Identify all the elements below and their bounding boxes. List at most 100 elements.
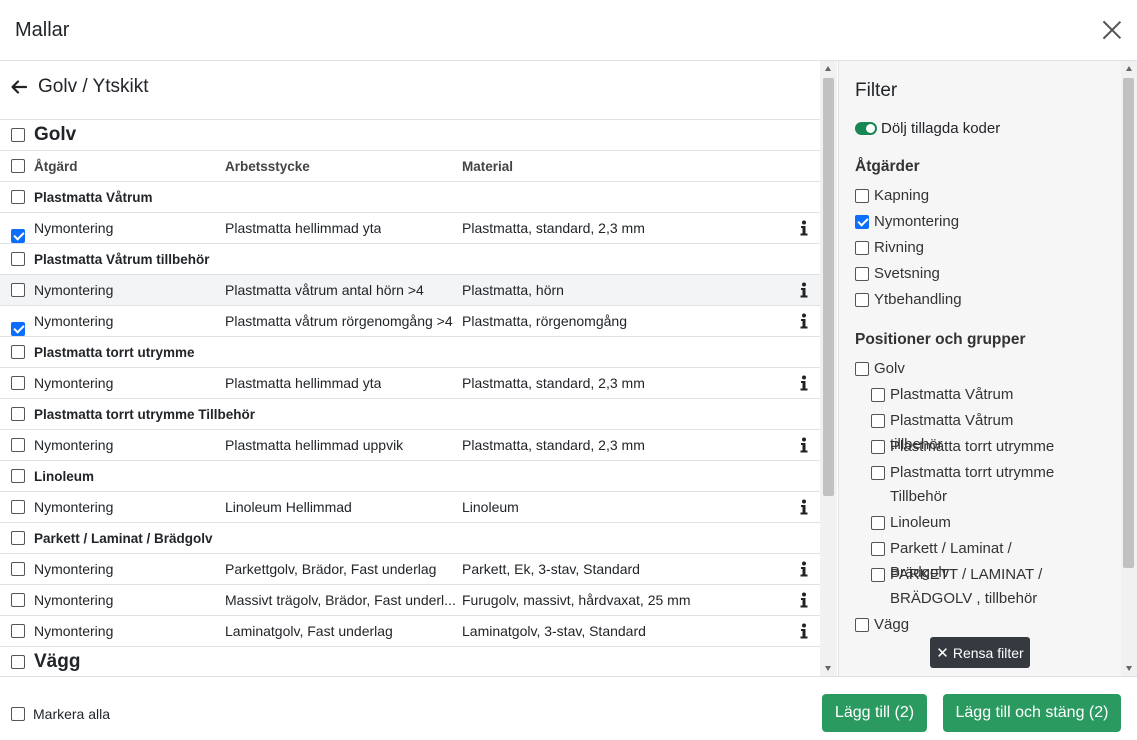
filter-checkbox[interactable] (855, 618, 869, 632)
filter-checkbox[interactable] (855, 293, 869, 307)
row-checkbox[interactable] (11, 283, 25, 297)
table-row[interactable]: Nymontering Massivt trägolv, Brädor, Fast… (0, 584, 820, 615)
row-checkbox[interactable] (11, 500, 25, 514)
scrollbar-thumb[interactable] (823, 78, 834, 496)
cell-arbetsstycke: Laminatgolv, Fast underlag (225, 623, 393, 639)
info-icon[interactable] (798, 312, 810, 330)
filter-position-item[interactable]: Plastmatta torrt utrymme (871, 435, 1060, 459)
breadcrumb: Golv / Ytskikt (10, 75, 149, 99)
info-icon[interactable] (798, 622, 810, 640)
clear-filter-button[interactable]: ✕ Rensa filter (930, 637, 1030, 668)
filter-scrollbar[interactable] (1121, 61, 1137, 676)
group-label: Plastmatta torrt utrymme Tillbehör (34, 406, 256, 422)
row-checkbox[interactable] (11, 345, 25, 359)
back-arrow-icon[interactable] (10, 78, 28, 96)
filter-position-item[interactable]: PARKETT / LAMINAT / BRÄDGOLV , tillbehör (871, 563, 1060, 611)
group-row[interactable]: Plastmatta Våtrum tillbehör (0, 243, 820, 274)
cell-arbetsstycke: Plastmatta hellimmad uppvik (225, 437, 404, 453)
cell-atgard: Nymontering (34, 561, 114, 577)
group-row[interactable]: Linoleum (0, 460, 820, 491)
table-row[interactable]: Nymontering Laminatgolv, Fast underlag Lam… (0, 615, 820, 646)
column-header-arbetsstycke: Arbetsstycke (225, 158, 310, 174)
filter-option-nymontering[interactable]: Nymontering (855, 210, 1044, 234)
scroll-up-icon[interactable] (825, 66, 831, 71)
scrollbar-thumb[interactable] (1123, 78, 1134, 568)
scroll-down-icon[interactable] (825, 666, 831, 671)
section-row[interactable]: Vägg (0, 646, 820, 676)
filter-checkbox[interactable] (855, 189, 869, 203)
row-checkbox[interactable] (11, 593, 25, 607)
row-checkbox[interactable] (11, 624, 25, 638)
row-checkbox[interactable] (11, 376, 25, 390)
table-row[interactable]: Nymontering Plastmatta våtrum rörgenomgån… (0, 305, 820, 336)
filter-checkbox[interactable] (871, 440, 885, 454)
row-checkbox[interactable] (11, 438, 25, 452)
scroll-up-icon[interactable] (1126, 66, 1132, 71)
scroll-down-icon[interactable] (1126, 666, 1132, 671)
filter-position-item[interactable]: Plastmatta Våtrum (871, 383, 1060, 407)
row-checkbox[interactable] (11, 562, 25, 576)
filter-position-group[interactable]: Golv (855, 357, 1044, 381)
filter-checkbox[interactable] (871, 414, 885, 428)
row-checkbox[interactable] (11, 531, 25, 545)
checkbox[interactable] (11, 128, 25, 142)
row-checkbox[interactable] (11, 322, 25, 336)
group-row[interactable]: Plastmatta Våtrum (0, 181, 820, 212)
filter-checkbox[interactable] (871, 388, 885, 402)
filter-checkbox[interactable] (855, 362, 869, 376)
table-row[interactable]: Nymontering Plastmatta våtrum antal hörn … (0, 274, 820, 305)
close-icon[interactable] (1101, 19, 1123, 41)
filter-checkbox[interactable] (871, 568, 885, 582)
add-and-close-button[interactable]: Lägg till och stäng (2) (943, 694, 1121, 732)
header-checkbox[interactable] (11, 159, 25, 173)
info-icon[interactable] (798, 374, 810, 392)
filter-checkbox[interactable] (855, 267, 869, 281)
group-row[interactable]: Plastmatta torrt utrymme Tillbehör (0, 398, 820, 429)
select-all[interactable]: Markera alla (11, 706, 110, 722)
info-icon[interactable] (798, 219, 810, 237)
info-icon[interactable] (798, 436, 810, 454)
info-icon[interactable] (798, 281, 810, 299)
filter-checkbox[interactable] (871, 542, 885, 556)
table-row[interactable]: Nymontering Plastmatta hellimmad yta Plast… (0, 367, 820, 398)
filter-checkbox[interactable] (855, 215, 869, 229)
section-row-golv[interactable]: Golv (0, 119, 820, 150)
filter-option-ytbehandling[interactable]: Ytbehandling (855, 288, 1044, 312)
group-row[interactable]: Plastmatta torrt utrymme (0, 336, 820, 367)
filter-checkbox[interactable] (855, 241, 869, 255)
list-scrollbar[interactable] (820, 61, 837, 676)
row-checkbox[interactable] (11, 229, 25, 243)
info-icon[interactable] (798, 498, 810, 516)
cell-atgard: Nymontering (34, 623, 114, 639)
filter-checkbox[interactable] (871, 516, 885, 530)
filter-checkbox[interactable] (871, 466, 885, 480)
row-checkbox[interactable] (11, 469, 25, 483)
filter-option-rivning[interactable]: Rivning (855, 236, 1044, 260)
filter-option-label: Kapning (874, 187, 930, 204)
select-all-checkbox[interactable] (11, 707, 25, 721)
table-row[interactable]: Nymontering Parkettgolv, Brädor, Fast und… (0, 553, 820, 584)
row-checkbox[interactable] (11, 190, 25, 204)
modal-title: Mallar (15, 19, 70, 41)
group-row[interactable]: Parkett / Laminat / Brädgolv (0, 522, 820, 553)
filter-position-item[interactable]: Linoleum (871, 511, 1060, 535)
table-row[interactable]: Nymontering Linoleum Hellimmad Linoleum (0, 491, 820, 522)
add-button[interactable]: Lägg till (2) (822, 694, 927, 732)
table-row[interactable]: Nymontering Plastmatta hellimmad yta Plast… (0, 212, 820, 243)
row-checkbox[interactable] (11, 252, 25, 266)
filter-option-kapning[interactable]: Kapning (855, 184, 1044, 208)
row-checkbox[interactable] (11, 655, 25, 669)
filter-position-item[interactable]: Plastmatta torrt utrymme Tillbehör (871, 461, 1060, 509)
hide-added-codes-toggle[interactable] (855, 122, 877, 135)
cell-arbetsstycke: Plastmatta hellimmad yta (225, 375, 382, 391)
info-icon[interactable] (798, 591, 810, 609)
filter-position-group[interactable]: Vägg (855, 613, 1044, 637)
column-header-atgard: Åtgärd (34, 158, 78, 174)
filter-option-svetsning[interactable]: Svetsning (855, 262, 1044, 286)
table-row[interactable]: Nymontering Plastmatta hellimmad uppvik Pl… (0, 429, 820, 460)
modal-header: Mallar (0, 0, 1137, 61)
filter-option-label: Vägg (874, 616, 910, 633)
info-icon[interactable] (798, 560, 810, 578)
row-checkbox[interactable] (11, 407, 25, 421)
group-label: Parkett / Laminat / Brädgolv (34, 530, 213, 546)
